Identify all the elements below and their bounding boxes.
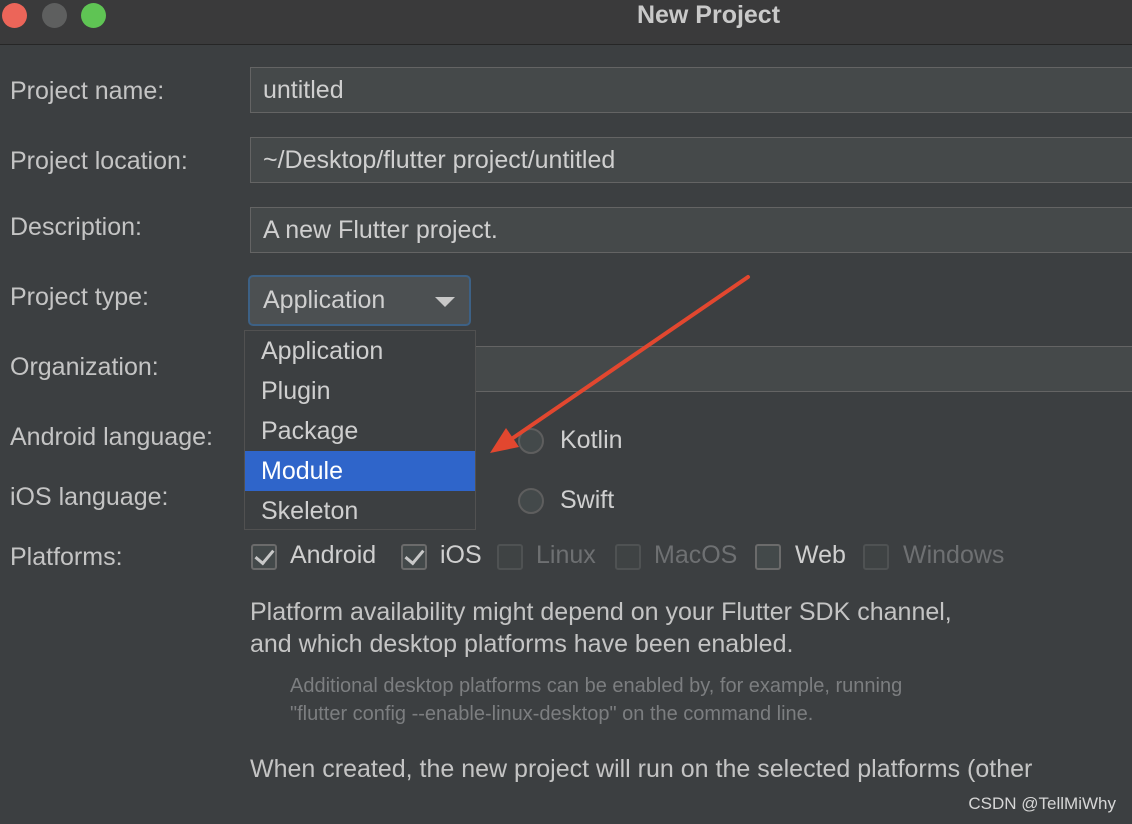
web-checkbox[interactable] — [755, 544, 781, 570]
desktop-hint-text-1: Additional desktop platforms can be enab… — [290, 675, 903, 697]
organization-label: Organization: — [10, 353, 159, 381]
kotlin-radio[interactable] — [518, 428, 544, 454]
linux-checkbox-label: Linux — [536, 541, 596, 569]
dropdown-arrow-icon — [435, 297, 455, 307]
ios-checkbox-label: iOS — [440, 541, 482, 569]
project-type-dropdown-list: Application Plugin Package Module Skelet… — [244, 330, 476, 530]
check-icon — [404, 544, 425, 566]
macos-checkbox[interactable] — [615, 544, 641, 570]
project-type-option-package[interactable]: Package — [245, 411, 475, 451]
project-name-label: Project name: — [10, 77, 165, 105]
kotlin-radio-label: Kotlin — [560, 426, 623, 454]
project-type-label: Project type: — [10, 283, 149, 311]
description-label: Description: — [10, 213, 142, 241]
project-type-value: Application — [263, 286, 386, 314]
linux-checkbox[interactable] — [497, 544, 523, 570]
web-checkbox-label: Web — [795, 541, 846, 569]
project-type-option-module[interactable]: Module — [245, 451, 475, 491]
project-name-input[interactable] — [250, 67, 1132, 113]
desktop-hint-text-2: "flutter config --enable-linux-desktop" … — [290, 703, 814, 725]
platforms-label: Platforms: — [10, 543, 123, 571]
title-bar: New Project — [0, 0, 1132, 45]
swift-radio[interactable] — [518, 488, 544, 514]
project-type-option-skeleton[interactable]: Skeleton — [245, 491, 475, 531]
description-input[interactable] — [250, 207, 1132, 253]
project-type-option-application[interactable]: Application — [245, 331, 475, 371]
project-type-option-plugin[interactable]: Plugin — [245, 371, 475, 411]
check-icon — [254, 544, 275, 566]
android-language-label: Android language: — [10, 423, 213, 451]
platform-availability-text-1: Platform availability might depend on yo… — [250, 598, 952, 626]
platform-availability-text-2: and which desktop platforms have been en… — [250, 630, 794, 658]
windows-checkbox-label: Windows — [903, 541, 1005, 569]
ios-checkbox[interactable] — [401, 544, 427, 570]
android-checkbox-label: Android — [290, 541, 377, 569]
windows-checkbox[interactable] — [863, 544, 889, 570]
android-checkbox[interactable] — [251, 544, 277, 570]
project-type-combobox[interactable]: Application — [248, 275, 471, 326]
project-location-input[interactable] — [250, 137, 1132, 183]
annotation-arrow-icon — [490, 275, 750, 453]
ios-language-label: iOS language: — [10, 483, 169, 511]
swift-radio-label: Swift — [560, 486, 615, 514]
watermark: CSDN @TellMiWhy — [968, 794, 1116, 813]
run-platforms-text: When created, the new project will run o… — [250, 755, 1033, 783]
macos-checkbox-label: MacOS — [654, 541, 738, 569]
project-location-label: Project location: — [10, 147, 188, 175]
window-title: New Project — [636, 1, 781, 29]
